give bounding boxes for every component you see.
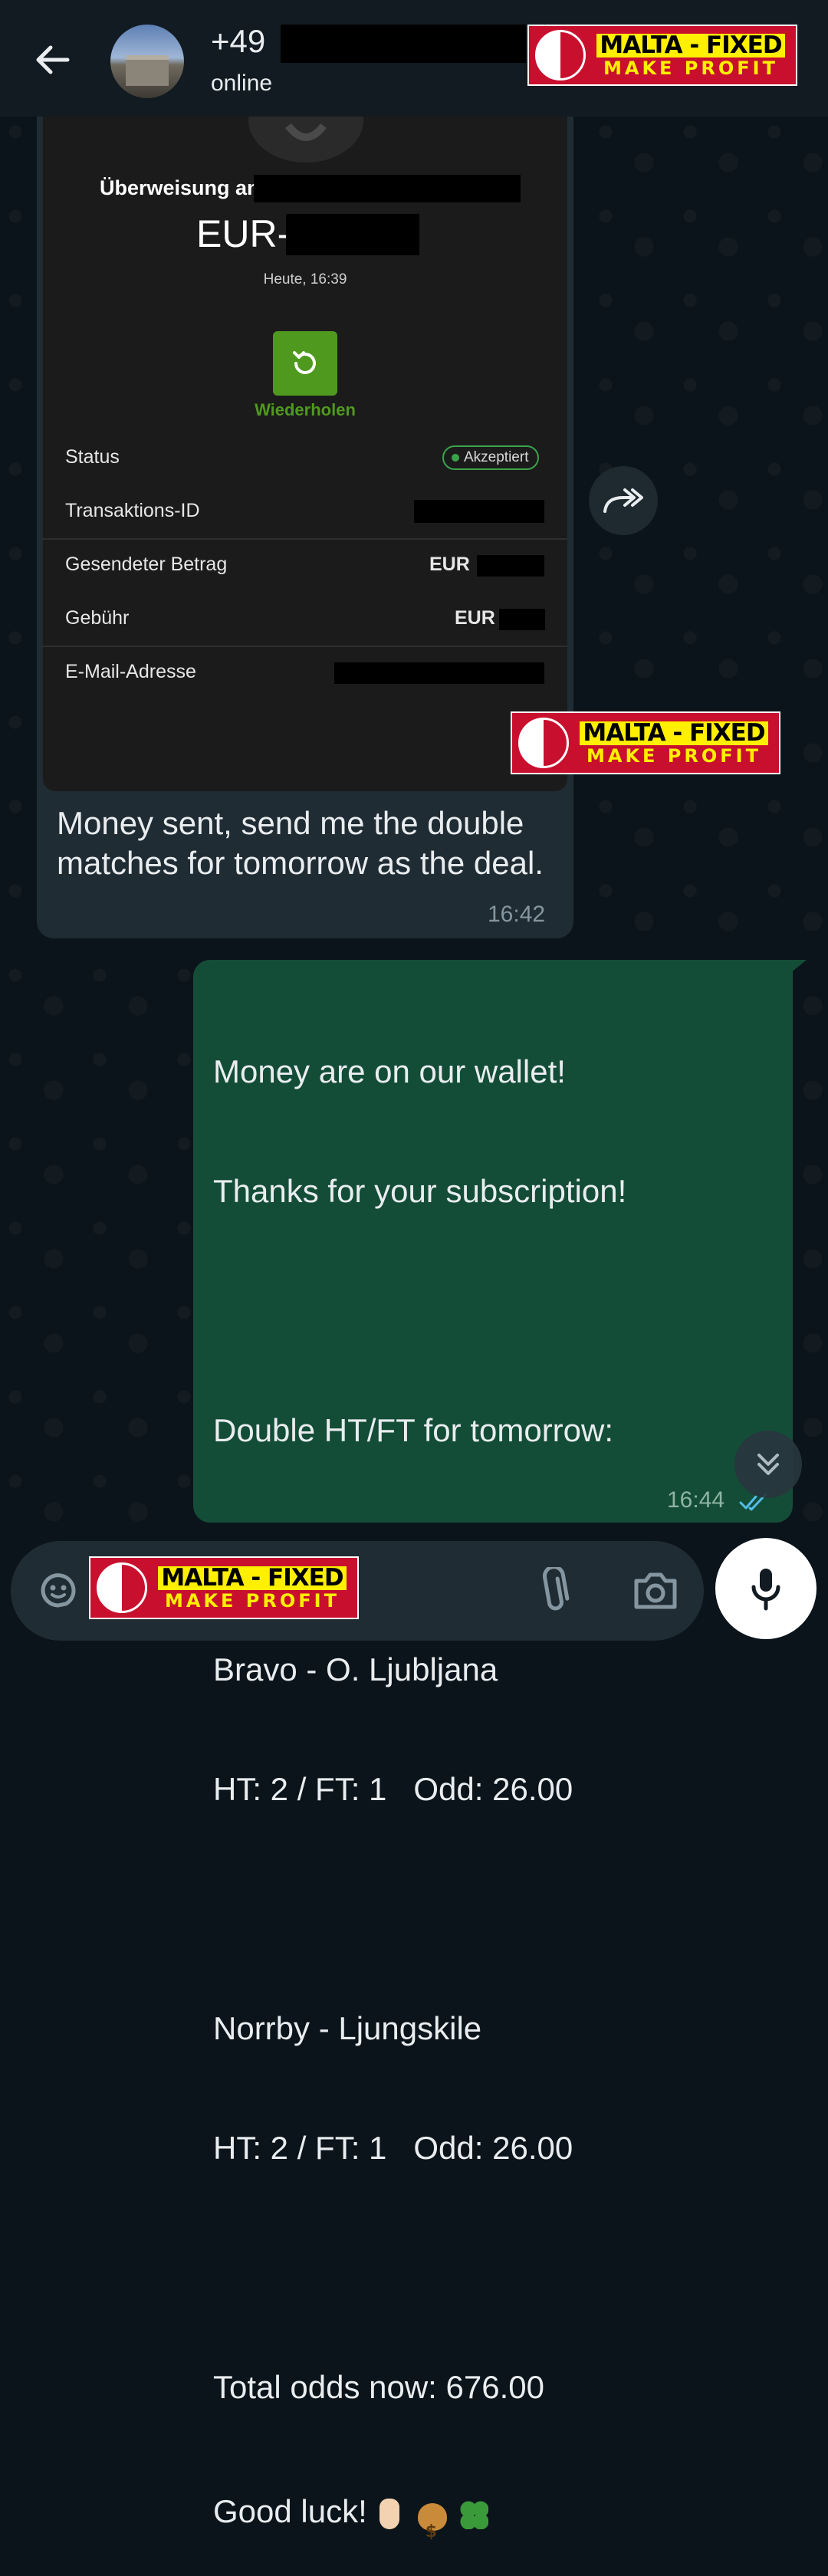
forward-icon[interactable] <box>589 466 658 535</box>
transfer-label: Überweisung an <box>100 176 260 199</box>
contact-avatar[interactable] <box>110 25 184 98</box>
attach-paperclip-icon[interactable] <box>535 1565 573 1620</box>
chat-header: +49 online MALTA - FIXED MAKE PROFIT <box>0 0 828 117</box>
outgoing-message-text: Money are on our wallet! Thanks for your… <box>213 972 765 2576</box>
voice-message-button[interactable] <box>715 1538 816 1639</box>
malta-flag-icon <box>97 1562 147 1613</box>
status-label: Status <box>65 446 120 468</box>
message-line: Money are on our wallet! <box>213 1053 566 1089</box>
scroll-to-bottom-button[interactable] <box>734 1431 802 1498</box>
redacted-sent-amount <box>477 555 544 577</box>
transaction-id-label: Transaktions-ID <box>65 500 200 521</box>
crossed-fingers-emoji-icon <box>372 2496 409 2532</box>
email-label: E-Mail-Adresse <box>65 661 196 682</box>
recipient-avatar-placeholder <box>248 117 363 163</box>
redacted-transaction-id <box>414 500 544 523</box>
transfer-amount: EUR- <box>196 212 291 255</box>
back-arrow-icon[interactable] <box>31 38 74 81</box>
message-line: HT: 2 / FT: 1 Odd: 26.00 <box>213 2130 573 2166</box>
redacted-phone-number <box>281 25 526 63</box>
message-line <box>213 2248 765 2288</box>
microphone-icon <box>751 1569 780 1611</box>
malta-flag-icon <box>518 718 569 768</box>
malta-fixed-watermark: MALTA - FIXED MAKE PROFIT <box>89 1556 359 1619</box>
redacted-fee <box>499 609 545 630</box>
redacted-recipient <box>254 175 521 202</box>
fee-label: Gebühr <box>65 607 130 629</box>
divider <box>43 538 567 540</box>
four-leaf-clover-emoji-icon <box>455 2496 491 2532</box>
message-line <box>213 1291 765 1331</box>
redacted-amount <box>286 214 419 255</box>
status-badge: Akzeptiert <box>442 445 540 470</box>
message-line: Norrby - Ljungskile <box>213 2010 482 2046</box>
repeat-icon <box>273 331 337 396</box>
double-chevron-down-icon <box>757 1454 779 1475</box>
fee-currency: EUR <box>455 607 495 629</box>
sent-amount-currency: EUR <box>429 554 470 575</box>
contact-name[interactable]: +49 <box>211 23 265 60</box>
malta-flag-icon <box>535 30 586 80</box>
message-line: Good luck! <box>213 2487 765 2557</box>
message-line: Bravo - O. Ljubljana <box>213 1651 498 1687</box>
repeat-label: Wiederholen <box>255 400 356 419</box>
money-bag-emoji-icon <box>413 2496 450 2557</box>
message-line: Thanks for your subscription! <box>213 1173 627 1209</box>
sent-amount-label: Gesendeter Betrag <box>65 554 228 575</box>
malta-fixed-watermark: MALTA - FIXED MAKE PROFIT <box>511 711 780 774</box>
malta-fixed-watermark: MALTA - FIXED MAKE PROFIT <box>527 25 797 86</box>
camera-icon[interactable] <box>632 1569 679 1615</box>
message-line: Double HT/FT for tomorrow: <box>213 1412 614 1448</box>
message-line: Total odds now: 676.00 <box>213 2369 544 2405</box>
sticker-icon[interactable] <box>35 1567 81 1617</box>
outgoing-message-time: 16:44 <box>667 1487 725 1513</box>
divider <box>43 646 567 647</box>
bubble-tail <box>790 960 807 974</box>
message-line: HT: 2 / FT: 1 Odd: 26.00 <box>213 1771 573 1807</box>
redacted-email <box>334 662 544 684</box>
contact-status: online <box>211 71 273 96</box>
incoming-message-text: Money sent, send me the double matches f… <box>57 805 544 881</box>
incoming-message-time: 16:42 <box>488 902 546 927</box>
message-line <box>213 1889 765 1929</box>
transfer-date: Heute, 16:39 <box>263 271 347 288</box>
transfer-screenshot-image[interactable]: Überweisung an EUR- Heute, 16:39 Wiederh… <box>43 117 567 791</box>
